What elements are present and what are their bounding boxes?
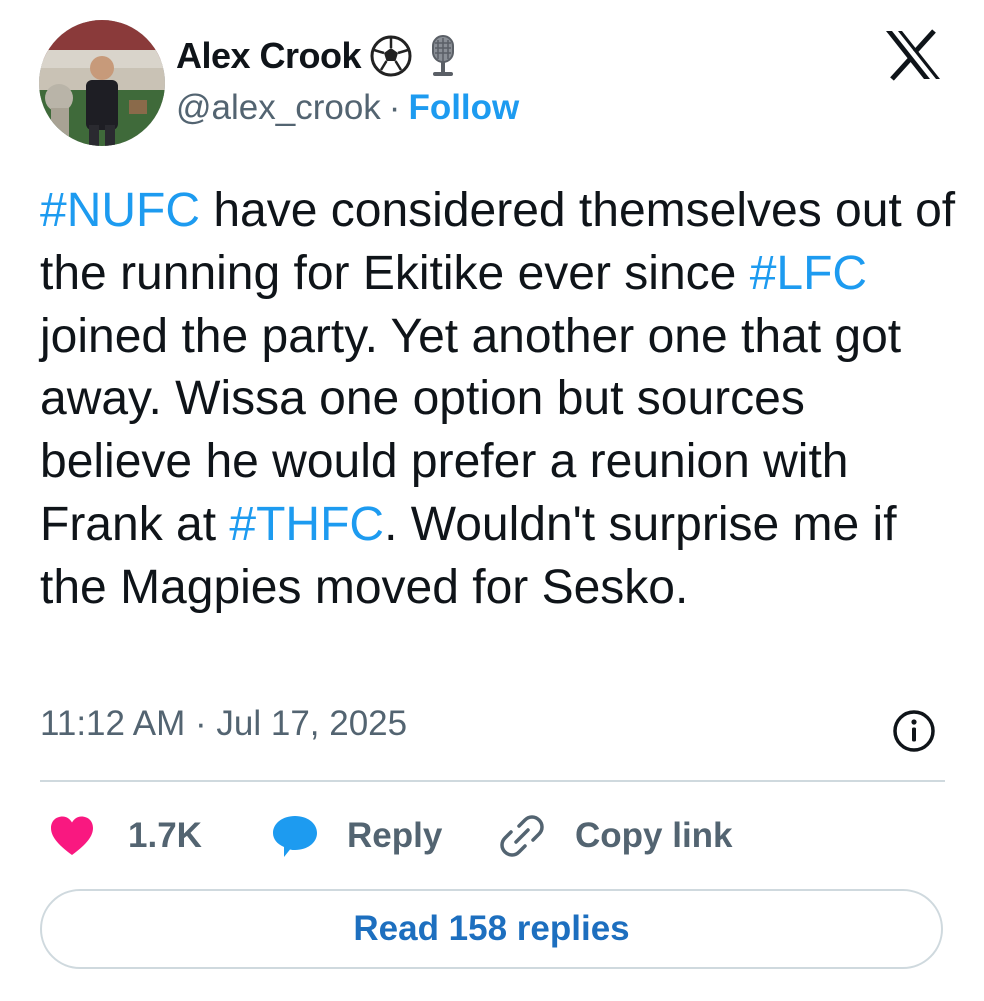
- author-handle-row: @alex_crook · Follow: [176, 88, 519, 128]
- link-icon: [500, 815, 544, 857]
- hashtag-link[interactable]: #NUFC: [40, 184, 200, 237]
- hashtag-link[interactable]: #THFC: [229, 498, 384, 551]
- reply-label: Reply: [347, 816, 443, 855]
- tweet-text: #NUFC have considered themselves out of …: [40, 180, 960, 620]
- author-avatar[interactable]: [39, 20, 165, 146]
- like-button[interactable]: 1.7K: [49, 806, 202, 866]
- info-icon[interactable]: [891, 708, 937, 754]
- reply-button[interactable]: Reply: [271, 806, 442, 866]
- avatar-photo: [39, 20, 165, 146]
- heart-icon: [51, 816, 93, 855]
- hashtag-link[interactable]: #LFC: [750, 247, 867, 300]
- handle-separator: ·: [388, 88, 401, 127]
- follow-button[interactable]: Follow: [408, 88, 519, 128]
- copy-link-label: Copy link: [575, 816, 733, 855]
- read-replies-button[interactable]: Read 158 replies: [40, 889, 943, 969]
- tweet-timestamp[interactable]: 11:12 AM · Jul 17, 2025: [40, 704, 407, 744]
- divider: [40, 780, 945, 782]
- author-name[interactable]: Alex Crook: [176, 35, 362, 77]
- author-handle[interactable]: @alex_crook: [176, 88, 381, 128]
- like-count: 1.7K: [128, 816, 202, 855]
- read-replies-label: Read 158 replies: [353, 909, 630, 948]
- author-name-row: Alex Crook: [176, 33, 465, 79]
- soccer-ball-icon: [370, 35, 412, 77]
- reply-bubble-icon: [273, 816, 317, 857]
- x-logo-icon[interactable]: [884, 29, 942, 81]
- tweet-actions: 1.7K Reply Copy link: [40, 806, 945, 866]
- copy-link-button[interactable]: Copy link: [499, 806, 733, 866]
- microphone-icon: [432, 35, 455, 76]
